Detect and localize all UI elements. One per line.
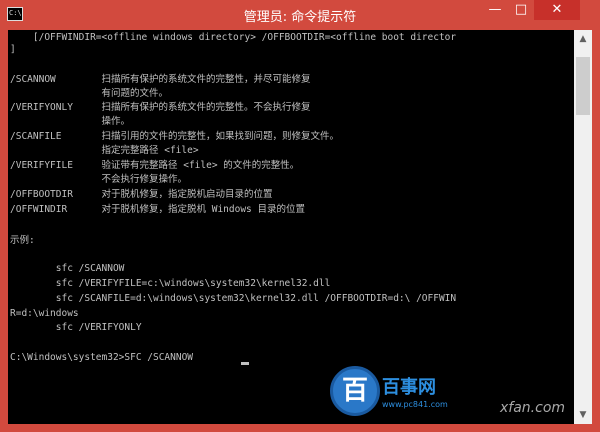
pc841-logo: 百 百事网 www.pc841.com	[330, 366, 480, 422]
maximize-button[interactable]: □	[508, 0, 534, 20]
title-bar[interactable]: C:\ 管理员: 命令提示符 — □ ✕	[0, 0, 600, 30]
vertical-scrollbar[interactable]: ▲ ▼	[574, 30, 592, 424]
console-line: /OFFBOOTDIR 对于脱机修复，指定脱机启动目录的位置	[10, 189, 273, 200]
scroll-up-arrow-icon[interactable]: ▲	[574, 30, 592, 48]
xfan-watermark: xfan.com	[500, 400, 566, 416]
logo-mark-icon: 百	[330, 366, 380, 416]
console-line: sfc /SCANFILE=d:\windows\system32\kernel…	[10, 293, 457, 304]
console-line: /VERIFYFILE 验证带有完整路径 <file> 的文件的完整性。	[10, 160, 300, 171]
console-line: /VERIFYONLY 扫描所有保护的系统文件的完整性。不会执行修复	[10, 102, 311, 113]
close-button[interactable]: ✕	[534, 0, 580, 20]
console-line: 操作。	[10, 116, 131, 127]
prompt-line: C:\Windows\system32>SFC /SCANNOW	[10, 352, 194, 363]
console-line: R=d:\windows	[10, 308, 79, 319]
console-line: sfc /SCANNOW	[10, 263, 125, 274]
logo-url: www.pc841.com	[382, 400, 448, 409]
text-cursor	[241, 362, 249, 365]
console-line: 不会执行修复操作。	[10, 174, 188, 185]
console-line: [/OFFWINDIR=<offline windows directory> …	[10, 32, 457, 43]
minimize-button[interactable]: —	[482, 0, 508, 20]
console-line: ]	[10, 44, 16, 55]
console-line: /OFFWINDIR 对于脱机修复，指定脱机 Windows 目录的位置	[10, 204, 305, 215]
console-line: sfc /VERIFYONLY	[10, 322, 142, 333]
console-line: 示例:	[10, 235, 35, 246]
console-output[interactable]: [/OFFWINDIR=<offline windows directory> …	[8, 30, 574, 424]
scroll-down-arrow-icon[interactable]: ▼	[574, 406, 592, 424]
console-line: /SCANNOW 扫描所有保护的系统文件的完整性，并尽可能修复	[10, 74, 311, 85]
console-line: 指定完整路径 <file>	[10, 145, 199, 156]
console-line: 有问题的文件。	[10, 88, 169, 99]
console-line: sfc /VERIFYFILE=c:\windows\system32\kern…	[10, 278, 331, 289]
console-line: /SCANFILE 扫描引用的文件的完整性，如果找到问题，则修复文件。	[10, 131, 340, 142]
command-prompt-window: C:\ 管理员: 命令提示符 — □ ✕ [/OFFWINDIR=<offlin…	[0, 0, 600, 432]
logo-name: 百事网	[382, 377, 436, 398]
scroll-thumb[interactable]	[576, 57, 590, 115]
